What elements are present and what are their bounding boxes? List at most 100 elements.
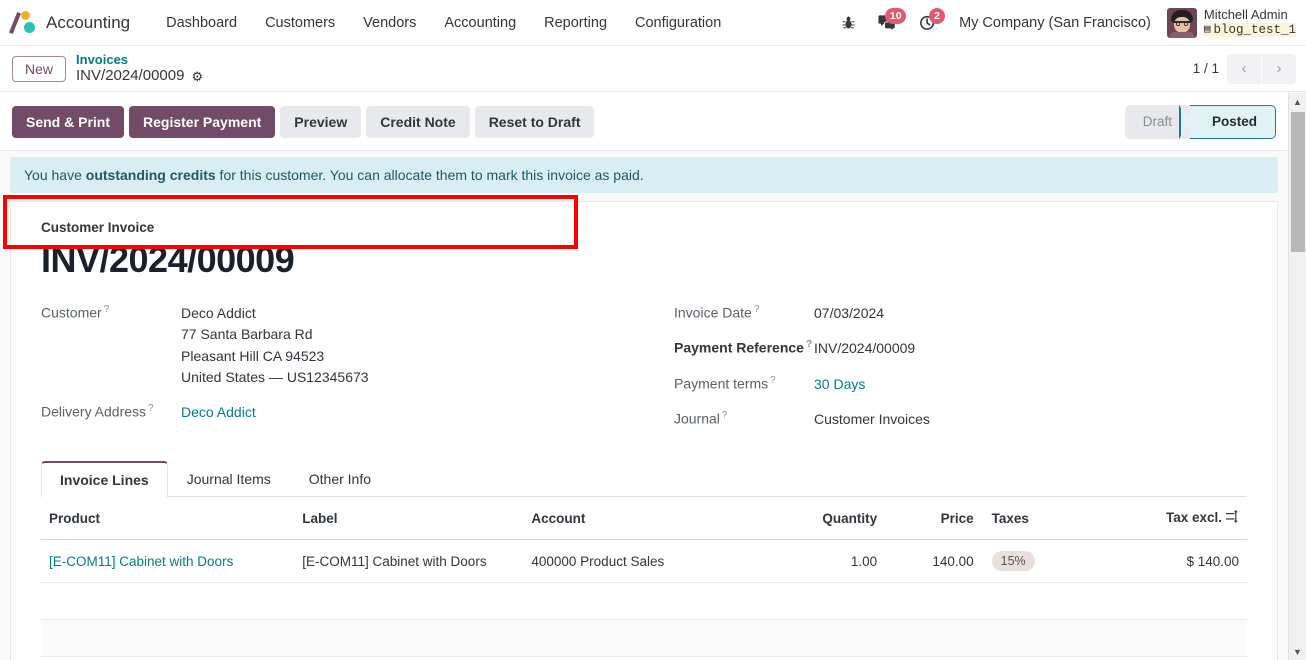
th-quantity[interactable]: Quantity: [752, 497, 886, 541]
chevron-right-icon[interactable]: ›: [1262, 53, 1296, 84]
nav-accounting[interactable]: Accounting: [430, 9, 530, 37]
field-journal: Journal? Customer Invoices: [674, 409, 1247, 430]
table-empty-row[interactable]: [41, 582, 1247, 621]
bug-icon[interactable]: [830, 15, 867, 31]
credit-note-button[interactable]: Credit Note: [366, 105, 470, 138]
th-label[interactable]: Label: [294, 497, 524, 541]
th-tax-excl[interactable]: Tax excl.: [1126, 497, 1247, 541]
gear-icon[interactable]: ⚙: [191, 69, 203, 84]
reset-to-draft-button[interactable]: Reset to Draft: [474, 105, 595, 138]
payment-terms-value[interactable]: 30 Days: [814, 374, 865, 395]
scroll-up-arrow-icon[interactable]: ▲: [1289, 93, 1306, 110]
send-and-print-button[interactable]: Send & Print: [12, 105, 125, 138]
left-field-column: Customer? Deco Addict 77 Santa Barbara R…: [41, 303, 644, 444]
help-icon[interactable]: ?: [806, 339, 812, 350]
th-taxes[interactable]: Taxes: [981, 497, 1127, 541]
customer-address-line-3: United States — US12345673: [181, 368, 369, 385]
th-price[interactable]: Price: [885, 497, 982, 541]
table-empty-row[interactable]: [41, 656, 1247, 660]
company-selector[interactable]: My Company (San Francisco): [947, 15, 1163, 31]
payment-reference-label: Payment Reference?: [674, 339, 813, 356]
breadcrumb: Invoices INV/2024/00009 ⚙: [76, 52, 203, 85]
th-account[interactable]: Account: [523, 497, 753, 541]
journal-value[interactable]: Customer Invoices: [814, 409, 930, 430]
nav-vendors[interactable]: Vendors: [349, 9, 430, 37]
form-view-content: Send & Print Register Payment Preview Cr…: [0, 93, 1288, 660]
preview-button[interactable]: Preview: [280, 105, 362, 138]
fields-grid: Customer? Deco Addict 77 Santa Barbara R…: [41, 303, 1247, 444]
messages-icon[interactable]: 10: [867, 8, 908, 31]
journal-label: Journal?: [674, 409, 728, 427]
new-record-button[interactable]: New: [12, 55, 67, 82]
pager: 1 / 1 ‹ ›: [1192, 53, 1296, 84]
delivery-address-label: Delivery Address?: [41, 403, 154, 420]
chevron-left-icon[interactable]: ‹: [1227, 53, 1261, 84]
nav-dashboard[interactable]: Dashboard: [152, 9, 251, 37]
pager-counter: 1 / 1: [1192, 61, 1219, 76]
app-brand-name[interactable]: Accounting: [46, 13, 130, 33]
nav-customers[interactable]: Customers: [251, 9, 349, 37]
register-payment-button[interactable]: Register Payment: [129, 105, 276, 138]
outstanding-credits-alert: You have outstanding credits for this cu…: [10, 157, 1278, 193]
payment-terms-label: Payment terms?: [674, 374, 776, 392]
alert-text-after: for this customer. You can allocate them…: [215, 167, 644, 183]
customer-label: Customer?: [41, 304, 110, 321]
cell-product-link[interactable]: [E-COM11] Cabinet with Doors: [49, 554, 233, 569]
breadcrumb-parent-invoices[interactable]: Invoices: [76, 52, 203, 67]
cell-quantity[interactable]: 1.00: [752, 539, 886, 584]
navbar-right-section: 10 2 My Company (San Francisco) Mitchell…: [830, 7, 1296, 38]
table-row[interactable]: [E-COM11] Cabinet with Doors [E-COM11] C…: [41, 539, 1247, 584]
breadcrumb-current-record: INV/2024/00009: [76, 67, 185, 85]
messages-count-badge: 10: [885, 8, 907, 24]
top-navbar: Accounting Dashboard Customers Vendors A…: [0, 0, 1306, 46]
field-payment-terms: Payment terms? 30 Days: [674, 374, 1247, 395]
form-statusbar-row: Send & Print Register Payment Preview Cr…: [0, 93, 1288, 151]
vertical-scrollbar[interactable]: ▲ ▼: [1288, 93, 1306, 660]
help-icon[interactable]: ?: [148, 403, 154, 414]
cell-tax-excl: $ 140.00: [1126, 539, 1247, 584]
payment-reference-value[interactable]: INV/2024/00009: [814, 338, 915, 359]
action-button-group: Send & Print Register Payment Preview Cr…: [12, 105, 595, 138]
scroll-down-arrow-icon[interactable]: ▼: [1289, 643, 1306, 660]
activities-count-badge: 2: [929, 8, 946, 24]
customer-address-line-1: 77 Santa Barbara Rd: [181, 326, 313, 343]
invoice-date-value[interactable]: 07/03/2024: [814, 303, 884, 324]
scrollbar-thumb[interactable]: [1291, 112, 1305, 252]
invoice-date-label: Invoice Date?: [674, 304, 760, 321]
cell-tax-badge[interactable]: 15%: [991, 551, 1035, 572]
column-options-icon[interactable]: [1226, 510, 1239, 526]
alert-text-before: You have: [24, 167, 86, 183]
nav-configuration[interactable]: Configuration: [621, 9, 735, 37]
tab-journal-items[interactable]: Journal Items: [168, 461, 290, 497]
tab-invoice-lines[interactable]: Invoice Lines: [41, 461, 168, 498]
right-field-column: Invoice Date? 07/03/2024 Payment Referen…: [644, 303, 1247, 444]
customer-value-block: Deco Addict 77 Santa Barbara Rd Pleasant…: [181, 303, 369, 388]
activities-clock-icon[interactable]: 2: [908, 8, 947, 31]
field-payment-reference: Payment Reference? INV/2024/00009: [674, 338, 1247, 359]
document-type-label: Customer Invoice: [41, 220, 155, 235]
invoice-sheet: Customer Invoice INV/2024/00009 Customer…: [10, 201, 1278, 660]
customer-address-line-2: Pleasant Hill CA 94523: [181, 347, 325, 364]
help-icon[interactable]: ?: [104, 304, 110, 315]
nav-reporting[interactable]: Reporting: [530, 9, 621, 37]
status-step-posted[interactable]: Posted: [1178, 104, 1276, 139]
customer-name-link[interactable]: Deco Addict: [181, 303, 369, 324]
status-bar: Draft Posted: [1124, 104, 1276, 139]
field-delivery-address: Delivery Address? Deco Addict: [41, 402, 644, 423]
delivery-address-value[interactable]: Deco Addict: [181, 402, 256, 423]
cell-price[interactable]: 140.00: [885, 539, 982, 584]
help-icon[interactable]: ?: [770, 375, 776, 386]
odoo-logo-icon[interactable]: [9, 10, 38, 36]
cell-account[interactable]: 400000 Product Sales: [523, 539, 753, 584]
field-invoice-date: Invoice Date? 07/03/2024: [674, 303, 1247, 324]
cell-label[interactable]: [E-COM11] Cabinet with Doors: [294, 539, 524, 584]
th-product[interactable]: Product: [41, 497, 295, 541]
table-empty-row[interactable]: [41, 619, 1247, 658]
table-body: [E-COM11] Cabinet with Doors [E-COM11] C…: [41, 539, 1247, 660]
tab-other-info[interactable]: Other Info: [290, 461, 390, 497]
help-icon[interactable]: ?: [754, 304, 760, 315]
help-icon[interactable]: ?: [722, 410, 728, 421]
database-icon: ▤: [1203, 23, 1211, 36]
user-avatar: [1166, 7, 1197, 38]
user-menu[interactable]: Mitchell Admin ▤ blog_test_1: [1163, 7, 1296, 38]
